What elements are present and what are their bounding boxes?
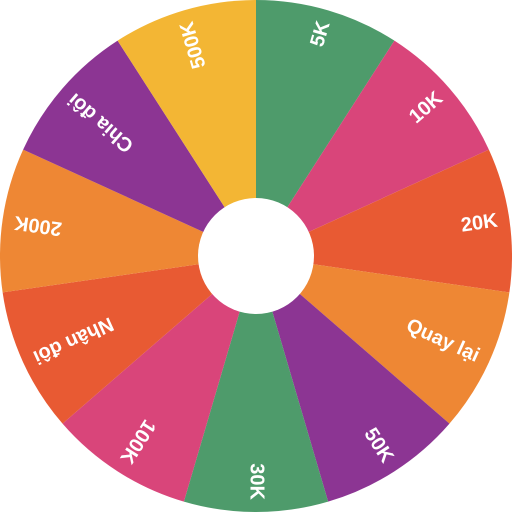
- prize-wheel[interactable]: 5K 10K 20K Quay lại 50K 30K 100K Nhân đôi 200K Ch…: [0, 0, 512, 512]
- wheel-center-hub[interactable]: [198, 198, 314, 314]
- prize-wheel-graphic[interactable]: 5K10K20KQuay lại50K30K100KNhân đôi200KCh…: [0, 0, 512, 512]
- wheel-label-30k: 30K: [246, 463, 268, 500]
